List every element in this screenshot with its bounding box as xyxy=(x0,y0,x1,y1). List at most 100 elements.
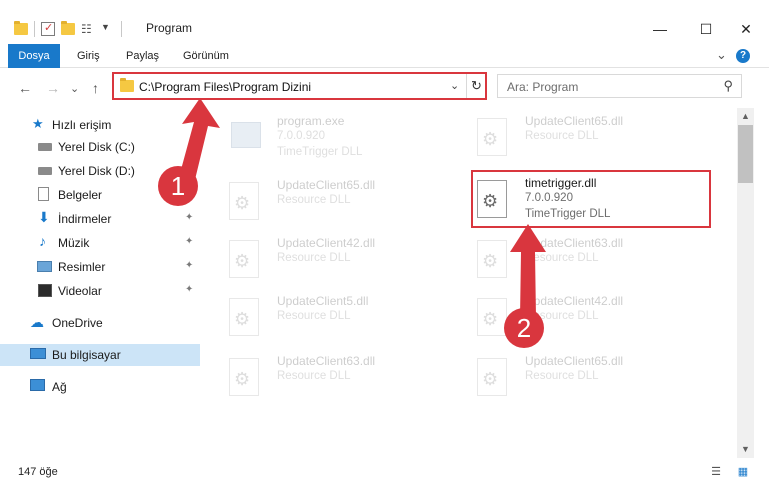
dll-file-icon xyxy=(473,116,517,160)
window-title: Program xyxy=(146,21,193,35)
sidebar-item-label: Hızlı erişim xyxy=(52,118,112,132)
annotation-badge-2: 2 xyxy=(504,308,544,348)
sidebar-item-label: Yerel Disk (C:) xyxy=(58,140,135,154)
customize-toolbar-icon[interactable]: ▼ xyxy=(101,22,115,36)
toolbar-divider xyxy=(121,21,122,37)
sidebar-item-pictures[interactable]: Resimler ✦ xyxy=(0,256,200,278)
sidebar-item-label: Müzik xyxy=(58,236,90,250)
file-description: TimeTrigger DLL xyxy=(525,208,611,220)
file-name: UpdateClient63.dll xyxy=(277,354,376,368)
search-box[interactable]: Ara: Program ⚲ xyxy=(497,74,742,98)
sidebar-item-label: Videolar xyxy=(58,284,102,298)
search-icon[interactable]: ⚲ xyxy=(723,78,733,94)
sidebar-item-label: OneDrive xyxy=(52,316,103,330)
file-description: Resource DLL xyxy=(277,370,351,382)
computer-icon xyxy=(30,348,46,359)
dll-file-icon xyxy=(225,356,269,400)
sidebar-item-network[interactable]: Ağ xyxy=(0,376,200,398)
sidebar-item-onedrive[interactable]: ☁ OneDrive xyxy=(0,312,200,334)
view-options-icon[interactable]: ☷ xyxy=(81,22,95,36)
pin-icon[interactable]: ✦ xyxy=(185,212,193,223)
item-count: 147 öğe xyxy=(18,466,58,478)
file-tile[interactable]: UpdateClient5.dll Resource DLL xyxy=(225,290,455,346)
video-icon xyxy=(38,284,52,297)
close-button[interactable]: ✕ xyxy=(723,14,769,44)
recent-locations-icon[interactable]: ⌄ xyxy=(70,82,79,95)
scroll-up-icon[interactable]: ▲ xyxy=(737,108,754,125)
file-name: UpdateClient42.dll xyxy=(277,236,376,250)
file-tile[interactable]: UpdateClient65.dll Resource DLL xyxy=(473,350,703,406)
file-tile-highlighted[interactable]: timetrigger.dll 7.0.0.920 TimeTrigger DL… xyxy=(471,170,711,228)
scroll-down-icon[interactable]: ▼ xyxy=(737,441,754,458)
close-icon: ✕ xyxy=(740,20,752,37)
file-tile[interactable]: UpdateClient65.dll Resource DLL xyxy=(473,110,703,166)
file-name: UpdateClient65.dll xyxy=(525,354,624,368)
address-dropdown-icon[interactable]: ⌄ xyxy=(450,79,459,92)
expand-ribbon-icon[interactable]: ⌄ xyxy=(716,47,727,63)
sidebar-item-music[interactable]: ♪ Müzik ✦ xyxy=(0,232,200,254)
file-name: program.exe xyxy=(277,114,345,128)
sidebar-item-this-pc[interactable]: Bu bilgisayar xyxy=(0,344,200,366)
scroll-thumb[interactable] xyxy=(738,125,753,183)
file-description: Resource DLL xyxy=(277,310,351,322)
tab-view[interactable]: Görünüm xyxy=(183,44,229,68)
sidebar-item-label: Resimler xyxy=(58,260,106,274)
sidebar-item-videos[interactable]: Videolar ✦ xyxy=(0,280,200,302)
file-description: TimeTrigger DLL xyxy=(277,146,363,158)
forward-icon[interactable]: → xyxy=(46,80,60,96)
ribbon: Dosya Giriş Paylaş Görünüm ⌄ ? xyxy=(0,44,769,68)
file-description: Resource DLL xyxy=(525,130,599,142)
back-icon[interactable]: ← xyxy=(18,80,32,96)
status-bar: 147 öğe ☰ ▦ xyxy=(0,458,769,492)
dll-file-icon xyxy=(473,356,517,400)
details-view-icon[interactable]: ☰ xyxy=(708,465,724,479)
maximize-icon: ☐ xyxy=(699,20,713,37)
drive-icon xyxy=(38,143,52,151)
pin-icon[interactable]: ✦ xyxy=(185,260,193,271)
file-tile[interactable]: program.exe 7.0.0.920 TimeTrigger DLL xyxy=(225,110,455,166)
sidebar-item-downloads[interactable]: ⬇ İndirmeler ✦ xyxy=(0,208,200,230)
file-tile[interactable]: UpdateClient63.dll Resource DLL xyxy=(225,350,455,406)
documents-icon xyxy=(38,187,49,201)
file-list: program.exe 7.0.0.920 TimeTrigger DLL Up… xyxy=(205,108,736,458)
file-version: 7.0.0.920 xyxy=(277,130,325,142)
tiles-view-icon[interactable]: ▦ xyxy=(735,465,751,479)
annotation-badge-1: 1 xyxy=(158,166,198,206)
properties-icon[interactable] xyxy=(41,21,55,36)
file-description: Resource DLL xyxy=(277,252,351,264)
network-icon xyxy=(30,379,45,391)
toolbar-divider xyxy=(34,21,35,37)
tab-home[interactable]: Giriş xyxy=(77,44,100,68)
refresh-icon[interactable]: ↻ xyxy=(466,74,486,98)
file-name: timetrigger.dll xyxy=(525,176,597,190)
folder-icon[interactable] xyxy=(14,21,28,35)
pin-icon[interactable]: ✦ xyxy=(185,284,193,295)
drive-icon xyxy=(38,167,52,175)
file-tile[interactable]: UpdateClient65.dll Resource DLL xyxy=(225,174,455,230)
tab-file[interactable]: Dosya xyxy=(8,44,60,68)
up-icon[interactable]: ↑ xyxy=(92,80,99,96)
search-placeholder[interactable]: Ara: Program xyxy=(507,80,578,94)
file-tile[interactable]: UpdateClient42.dll Resource DLL xyxy=(225,232,455,288)
music-icon: ♪ xyxy=(39,233,46,249)
new-folder-icon[interactable] xyxy=(61,21,75,35)
sidebar-item-label: Ağ xyxy=(52,380,67,394)
quick-access-toolbar: ☷ ▼ xyxy=(14,20,122,38)
file-description: Resource DLL xyxy=(277,194,351,206)
sidebar-item-label: İndirmeler xyxy=(58,212,112,226)
tab-share[interactable]: Paylaş xyxy=(126,44,159,68)
pin-icon[interactable]: ✦ xyxy=(185,236,193,247)
folder-icon xyxy=(120,78,134,92)
sidebar-item-label: Yerel Disk (D:) xyxy=(58,164,135,178)
minimize-button[interactable]: — xyxy=(637,14,683,44)
vertical-scrollbar[interactable]: ▲ ▼ xyxy=(737,108,754,458)
star-icon: ★ xyxy=(32,116,44,131)
help-icon[interactable]: ? xyxy=(736,49,750,63)
dll-file-icon xyxy=(225,296,269,340)
dll-file-icon xyxy=(225,238,269,282)
file-name: UpdateClient5.dll xyxy=(277,294,369,308)
file-name: UpdateClient65.dll xyxy=(525,114,624,128)
application-icon xyxy=(225,116,269,160)
dll-file-icon xyxy=(473,178,517,222)
file-version: 7.0.0.920 xyxy=(525,192,573,204)
